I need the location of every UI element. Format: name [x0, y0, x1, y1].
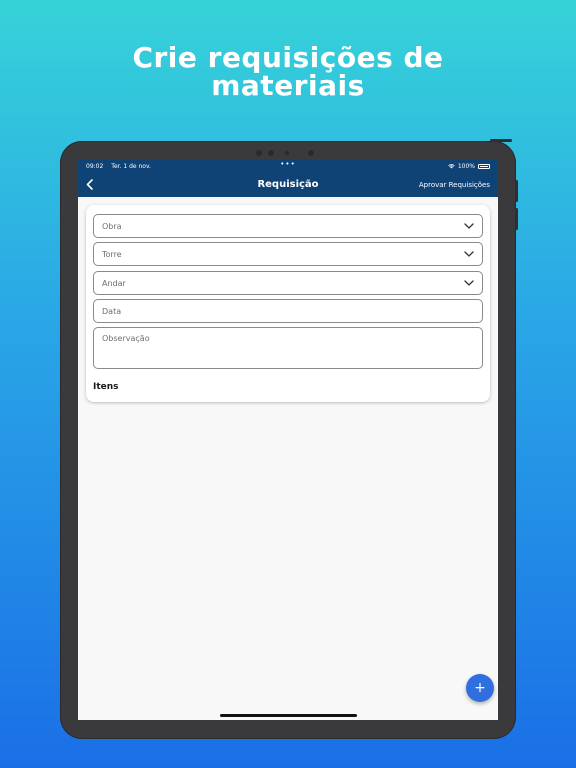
status-bar: 09:02 Ter. 1 de nov. ••• 100%	[78, 160, 498, 172]
battery-icon	[478, 163, 490, 169]
torre-placeholder: Torre	[102, 249, 122, 259]
andar-placeholder: Andar	[102, 278, 126, 288]
camera-dot	[285, 151, 289, 155]
camera-bar	[60, 150, 516, 156]
sensor-dot	[256, 150, 262, 156]
battery-percent: 100%	[457, 162, 475, 170]
back-button[interactable]	[86, 178, 96, 192]
andar-select[interactable]: Andar	[93, 271, 483, 295]
sensor-dot	[308, 150, 314, 156]
power-button	[490, 139, 512, 142]
status-date: Ter. 1 de nov.	[111, 162, 151, 170]
promo-headline: Crie requisições de materiais	[0, 44, 576, 100]
navigation-bar: Requisição Aprovar Requisições	[78, 172, 498, 197]
observacao-placeholder: Observação	[102, 334, 150, 343]
data-placeholder: Data	[102, 306, 122, 316]
requisition-form-card: Obra Torre Andar Data Observação Itens	[86, 205, 490, 402]
add-item-button[interactable]: +	[466, 674, 494, 702]
chevron-down-icon	[464, 280, 474, 286]
obra-select[interactable]: Obra	[93, 214, 483, 238]
itens-label: Itens	[93, 382, 119, 392]
volume-button	[515, 180, 518, 202]
status-time: 09:02	[86, 162, 104, 170]
obra-placeholder: Obra	[102, 221, 122, 231]
torre-select[interactable]: Torre	[93, 242, 483, 266]
approve-requests-button[interactable]: Aprovar Requisições	[419, 181, 490, 189]
data-field[interactable]: Data	[93, 299, 483, 323]
wifi-icon	[448, 163, 455, 168]
app-screen: 09:02 Ter. 1 de nov. ••• 100% Requisição…	[78, 160, 498, 720]
chevron-down-icon	[464, 223, 474, 229]
volume-button	[515, 208, 518, 230]
sensor-dot	[268, 150, 274, 156]
chevron-down-icon	[464, 251, 474, 257]
home-indicator[interactable]	[220, 714, 357, 717]
plus-icon: +	[474, 680, 486, 696]
observacao-textarea[interactable]: Observação	[93, 327, 483, 369]
multitask-dots: •••	[280, 160, 296, 168]
promo-headline-line2: materiais	[211, 69, 365, 102]
status-right: 100%	[448, 163, 490, 170]
promo-headline-line1: Crie requisições de	[132, 41, 444, 74]
chevron-left-icon	[86, 179, 93, 190]
